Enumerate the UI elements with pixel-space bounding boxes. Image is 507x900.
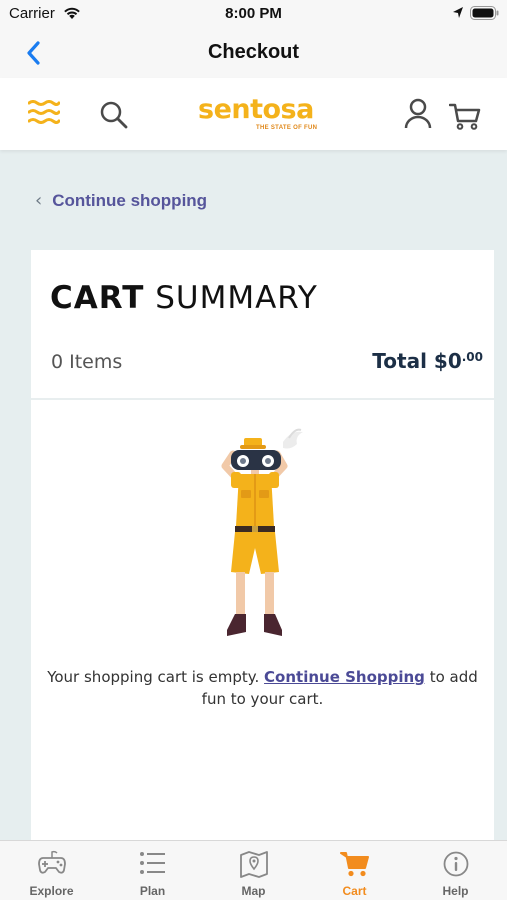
site-header: sentosa THE STATE OF FUN xyxy=(0,78,507,150)
menu-icon[interactable] xyxy=(28,100,60,124)
list-icon xyxy=(139,852,165,874)
gamepad-icon xyxy=(37,850,66,874)
tab-plan-label: Plan xyxy=(139,884,166,898)
total-amount: Total $0 xyxy=(372,349,462,373)
tab-map[interactable]: Map xyxy=(203,841,304,900)
navigation-bar: Checkout xyxy=(0,28,507,78)
tab-help-label: Help xyxy=(442,884,469,898)
battery-icon xyxy=(470,6,499,20)
cart-title-bold: CART xyxy=(50,280,145,316)
logo-wordmark: sentosa xyxy=(198,94,314,125)
cart-icon xyxy=(339,852,369,877)
explorer-binoculars-illustration xyxy=(221,428,303,636)
map-icon xyxy=(239,851,268,878)
cart-icon[interactable] xyxy=(449,102,481,130)
tab-explore-label: Explore xyxy=(29,884,74,898)
continue-shopping-link[interactable]: ‹ Continue shopping xyxy=(35,190,207,211)
status-time: 8:00 PM xyxy=(225,5,282,22)
empty-message-text: Your shopping cart is empty. xyxy=(47,668,260,686)
info-icon xyxy=(443,851,468,877)
nav-title: Checkout xyxy=(207,41,300,63)
tab-bar: Explore Plan Map Cart Help xyxy=(0,840,507,900)
cart-title-light: SUMMARY xyxy=(155,280,318,316)
cart-summary-card: CART SUMMARY 0 Items Total $0.00 Your sh… xyxy=(31,250,494,840)
user-icon[interactable] xyxy=(403,98,433,130)
total-cents: .00 xyxy=(461,350,483,364)
tab-cart[interactable]: Cart xyxy=(304,841,405,900)
divider xyxy=(31,398,494,400)
items-count: 0 Items xyxy=(51,351,123,373)
cart-total: Total $0.00 xyxy=(372,349,483,373)
main-content: ‹ Continue shopping CART SUMMARY 0 Items… xyxy=(0,150,507,840)
tab-plan[interactable]: Plan xyxy=(102,841,203,900)
sentosa-logo[interactable]: sentosa THE STATE OF FUN xyxy=(198,94,330,136)
continue-shopping-inline-link[interactable]: Continue Shopping xyxy=(264,668,425,686)
tab-cart-label: Cart xyxy=(342,884,367,898)
cart-summary-title: CART SUMMARY xyxy=(50,280,318,316)
search-icon[interactable] xyxy=(99,100,129,130)
status-bar: Carrier 8:00 PM xyxy=(0,0,507,28)
chevron-left-icon: ‹ xyxy=(35,190,43,211)
tab-explore[interactable]: Explore xyxy=(1,841,102,900)
tab-map-label: Map xyxy=(241,884,266,898)
location-arrow-icon xyxy=(453,7,463,18)
empty-cart-message: Your shopping cart is empty. Continue Sh… xyxy=(39,666,486,710)
tab-help[interactable]: Help xyxy=(405,841,506,900)
continue-shopping-label: Continue shopping xyxy=(52,190,208,210)
logo-tagline: THE STATE OF FUN xyxy=(256,125,318,131)
